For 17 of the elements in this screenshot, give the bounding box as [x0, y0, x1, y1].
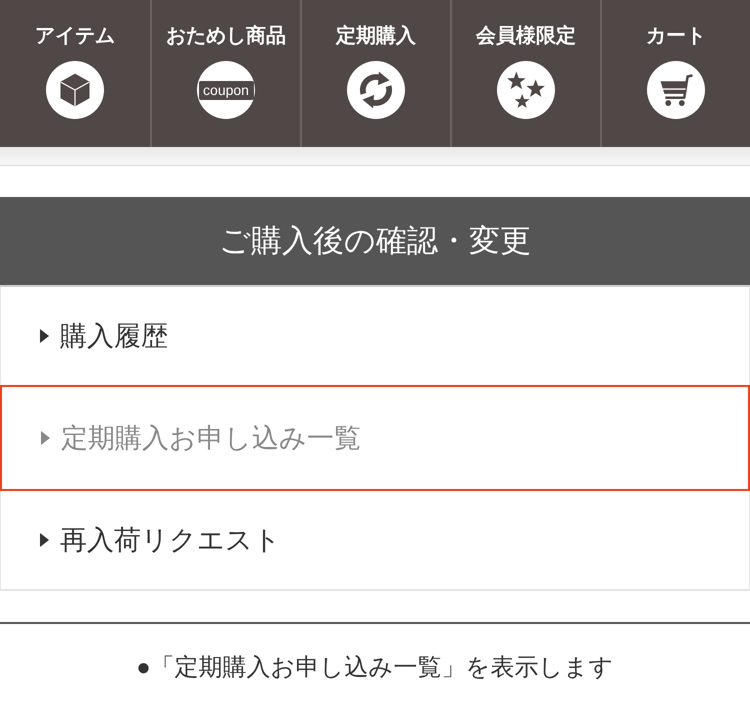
coupon-label: coupon: [198, 80, 254, 100]
refresh-icon: [347, 61, 405, 119]
caption-text: ●「定期購入お申し込み一覧」を表示します: [0, 622, 750, 711]
stars-icon: [497, 61, 555, 119]
caret-icon: [41, 431, 50, 445]
nav-tab[interactable]: おためし商品 coupon: [150, 0, 300, 147]
nav-tab[interactable]: カート: [600, 0, 750, 147]
cart-icon: [647, 61, 705, 119]
nav-tab[interactable]: 定期購入: [300, 0, 450, 147]
nav-tab[interactable]: 会員様限定: [450, 0, 600, 147]
caret-icon: [40, 533, 49, 547]
menu-item[interactable]: 購入履歴: [0, 287, 750, 385]
cube-icon: [46, 61, 104, 119]
section-title: ご購入後の確認・変更: [0, 197, 750, 287]
menu-item[interactable]: 定期購入お申し込み一覧: [0, 385, 750, 491]
nav-tab[interactable]: アイテム: [0, 0, 150, 147]
caret-icon: [40, 329, 49, 343]
